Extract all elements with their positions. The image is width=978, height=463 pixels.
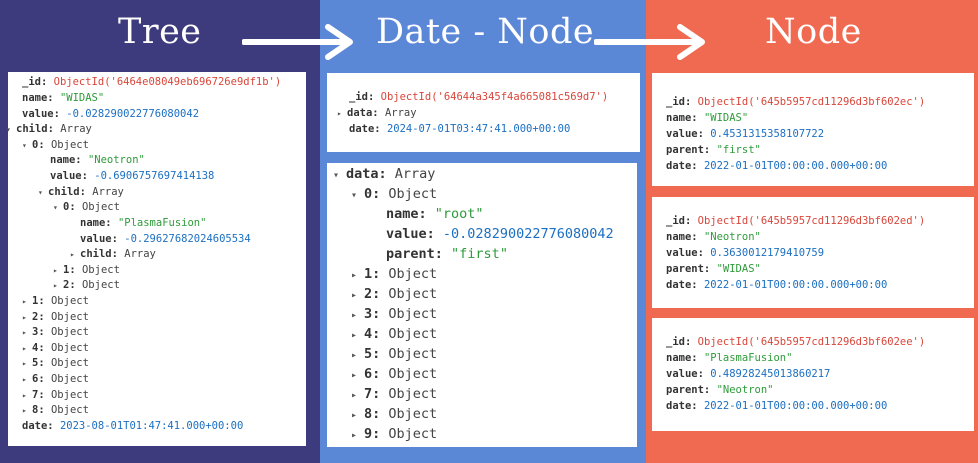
field-value: value: -0.6906757697414138 — [50, 170, 215, 182]
list-item[interactable]: ▸ 1: Object — [351, 266, 437, 282]
field-name: name: "WIDAS" — [666, 112, 749, 124]
field-id: _id: ObjectId('645b5957cd11296d3bf602ee'… — [666, 336, 926, 348]
collapsed-caret-icon[interactable]: ▸ — [351, 290, 364, 301]
field-name: name: "root" — [386, 206, 484, 222]
field-date: date: 2022-01-01T00:00:00.000+00:00 — [666, 160, 888, 172]
collapsed-caret-icon[interactable]: ▸ — [351, 390, 364, 401]
collapsed-caret-icon[interactable]: ▸ — [22, 406, 32, 415]
list-item[interactable]: ▸ 5: Object — [351, 346, 437, 362]
field-id: _id: ObjectId('64644a345f4a665081c569d7'… — [349, 91, 609, 103]
field-id: _id: ObjectId('6464e08049eb696726e9df1b'… — [22, 76, 282, 88]
field-value: value: -0.028290022776080042 — [386, 226, 614, 242]
collapsed-caret-icon[interactable]: ▸ — [351, 310, 364, 321]
field-value: value: -0.028290022776080042 — [22, 108, 200, 120]
field-data[interactable]: ▾ data: Array — [333, 166, 435, 182]
right-arrow-icon — [242, 24, 353, 60]
field-value: value: 0.4531315358107722 — [666, 128, 825, 140]
field-child[interactable]: ▸ child: Array — [70, 248, 156, 260]
collapsed-caret-icon[interactable]: ▸ — [22, 359, 32, 368]
collapsed-caret-icon[interactable]: ▸ — [351, 410, 364, 421]
list-item[interactable]: ▸ 6: Object — [351, 366, 437, 382]
list-item[interactable]: ▸ 5: Object — [22, 357, 89, 369]
list-item[interactable]: ▸ 2: Object — [351, 286, 437, 302]
field-parent: parent: "Neotron" — [666, 384, 774, 396]
field-value: value: 0.3630012179410759 — [666, 247, 825, 259]
list-item[interactable]: ▸ 7: Object — [351, 386, 437, 402]
node-document-card: _id: ObjectId('645b5957cd11296d3bf602ee'… — [652, 318, 974, 431]
node-document-card: _id: ObjectId('645b5957cd11296d3bf602ed'… — [652, 197, 974, 308]
field-data[interactable]: ▸ data: Array — [337, 107, 417, 119]
expanded-caret-icon[interactable]: ▾ — [333, 170, 346, 181]
node-document-card: _id: ObjectId('645b5957cd11296d3bf602ec'… — [652, 73, 974, 186]
list-item[interactable]: ▸ 9: Object — [351, 426, 437, 442]
collapsed-caret-icon[interactable]: ▸ — [351, 430, 364, 441]
collapsed-caret-icon[interactable]: ▸ — [22, 313, 32, 322]
expanded-caret-icon[interactable]: ▾ — [22, 141, 32, 150]
list-item[interactable]: ▸ 8: Object — [351, 406, 437, 422]
collapsed-caret-icon[interactable]: ▸ — [351, 330, 364, 341]
field-parent: parent: "WIDAS" — [666, 263, 761, 275]
field-name: name: "PlasmaFusion" — [80, 217, 207, 229]
collapsed-caret-icon[interactable]: ▸ — [337, 109, 347, 118]
collapsed-caret-icon[interactable]: ▸ — [22, 297, 32, 306]
field-name: name: "Neotron" — [666, 231, 761, 243]
right-arrow-icon — [594, 24, 705, 60]
field-child[interactable]: ▾ child: Array — [6, 123, 92, 135]
field-value: value: 0.48928245013860217 — [666, 368, 831, 380]
field-id: _id: ObjectId('645b5957cd11296d3bf602ed'… — [666, 215, 926, 227]
list-item[interactable]: ▸ 1: Object — [22, 295, 89, 307]
collapsed-caret-icon[interactable]: ▸ — [22, 375, 32, 384]
field-name: name: "PlasmaFusion" — [666, 352, 793, 364]
list-item[interactable]: ▸ 6: Object — [22, 373, 89, 385]
field-name: name: "WIDAS" — [22, 92, 105, 104]
collapsed-caret-icon[interactable]: ▸ — [53, 281, 63, 290]
child-item-0[interactable]: ▾ 0: Object — [22, 139, 89, 151]
node-title: Node — [765, 12, 862, 52]
child-item-1[interactable]: ▸ 1: Object — [53, 264, 120, 276]
list-item[interactable]: ▸ 3: Object — [351, 306, 437, 322]
field-name: name: "Neotron" — [50, 154, 145, 166]
collapsed-caret-icon[interactable]: ▸ — [22, 328, 32, 337]
tree-title: Tree — [118, 12, 202, 52]
child-item-2[interactable]: ▸ 2: Object — [53, 279, 120, 291]
field-id: _id: ObjectId('645b5957cd11296d3bf602ec'… — [666, 96, 926, 108]
expanded-caret-icon[interactable]: ▾ — [351, 190, 364, 201]
list-item[interactable]: ▸ 7: Object — [22, 389, 89, 401]
list-item[interactable]: ▸ 8: Object — [22, 404, 89, 416]
field-parent: parent: "first" — [386, 246, 508, 262]
list-item[interactable]: ▸ 4: Object — [351, 326, 437, 342]
field-date: date: 2022-01-01T00:00:00.000+00:00 — [666, 279, 888, 291]
collapsed-caret-icon[interactable]: ▸ — [351, 350, 364, 361]
list-item[interactable]: ▸ 4: Object — [22, 342, 89, 354]
collapsed-caret-icon[interactable]: ▸ — [22, 391, 32, 400]
list-item[interactable]: ▸ 2: Object — [22, 311, 89, 323]
collapsed-caret-icon[interactable]: ▸ — [53, 266, 63, 275]
field-parent: parent: "first" — [666, 144, 761, 156]
field-date: date: 2024-07-01T03:47:41.000+00:00 — [349, 123, 571, 135]
date-node-document-card: _id: ObjectId('64644a345f4a665081c569d7'… — [327, 73, 640, 152]
collapsed-caret-icon[interactable]: ▸ — [22, 344, 32, 353]
data-item-0[interactable]: ▾ 0: Object — [351, 186, 437, 202]
expanded-caret-icon[interactable]: ▾ — [53, 203, 63, 212]
child-item-0[interactable]: ▾ 0: Object — [53, 201, 120, 213]
date-node-data-card: ▾ data: Array ▾ 0: Object name: "root" val… — [327, 163, 637, 447]
field-date: date: 2022-01-01T00:00:00.000+00:00 — [666, 400, 888, 412]
collapsed-caret-icon[interactable]: ▸ — [351, 270, 364, 281]
expanded-caret-icon[interactable]: ▾ — [38, 188, 48, 197]
collapsed-caret-icon[interactable]: ▸ — [70, 250, 80, 259]
expanded-caret-icon[interactable]: ▾ — [6, 125, 16, 134]
field-date: date: 2023-08-01T01:47:41.000+00:00 — [22, 420, 244, 432]
date-node-title: Date - Node — [376, 12, 595, 52]
tree-document-card: _id: ObjectId('6464e08049eb696726e9df1b'… — [6, 72, 306, 446]
collapsed-caret-icon[interactable]: ▸ — [351, 370, 364, 381]
field-child[interactable]: ▾ child: Array — [38, 186, 124, 198]
list-item[interactable]: ▸ 3: Object — [22, 326, 89, 338]
field-value: value: -0.29627682024605534 — [80, 233, 251, 245]
